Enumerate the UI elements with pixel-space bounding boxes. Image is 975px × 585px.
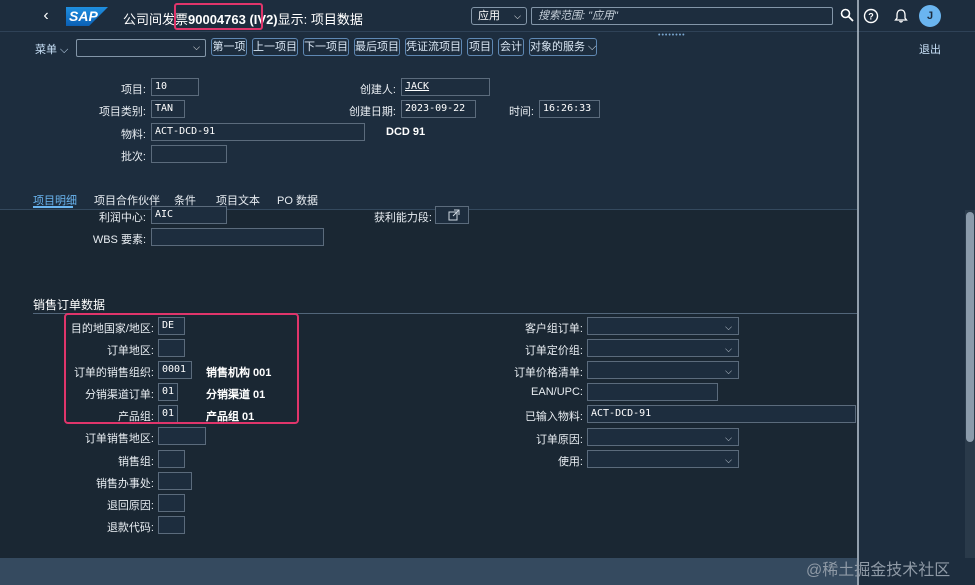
command-select[interactable]: ⌵ bbox=[76, 39, 206, 57]
scrollbar-thumb[interactable] bbox=[966, 212, 974, 442]
created-on-label: 创建日期: bbox=[348, 106, 396, 118]
profitability-segment-label: 获利能力段: bbox=[373, 212, 432, 224]
section-title-sales-order-data: 销售订单数据 bbox=[33, 298, 106, 312]
return-reason-field[interactable] bbox=[158, 494, 185, 512]
highlight-document-number bbox=[174, 3, 263, 30]
order-sales-district-label: 订单销售地区: bbox=[84, 433, 154, 445]
chevron-down-icon: ⌵ bbox=[725, 433, 732, 443]
order-reason-select[interactable]: ⌵ bbox=[587, 428, 739, 446]
chevron-down-icon: ⌵ bbox=[725, 455, 732, 465]
chevron-down-icon: ⌵ bbox=[725, 366, 732, 376]
refund-code-field[interactable] bbox=[158, 516, 185, 534]
exit-button[interactable]: 退出 bbox=[919, 41, 941, 57]
profit-center-field[interactable]: AIC bbox=[151, 206, 227, 224]
active-tab-indicator bbox=[33, 206, 73, 208]
chevron-down-icon: ⌵ bbox=[193, 42, 200, 52]
price-group-label: 订单定价组: bbox=[524, 345, 583, 357]
profitability-segment-button[interactable] bbox=[435, 206, 469, 224]
entered-material-field[interactable]: ACT-DCD-91 bbox=[587, 405, 856, 423]
customer-group-select[interactable]: ⌵ bbox=[587, 317, 739, 335]
highlight-sales-org-box bbox=[64, 313, 299, 424]
chevron-down-icon: ⌵ bbox=[725, 322, 732, 332]
accounting-button[interactable]: 会计 bbox=[498, 38, 524, 56]
customer-group-label: 客户组订单: bbox=[524, 323, 583, 335]
shell-bar: ‹ SAP 公司间发票90004763 (IV2)显示: 项目数据 ⌄ 应用 ⌵… bbox=[0, 0, 975, 32]
return-reason-label: 退回原因: bbox=[106, 500, 154, 512]
search-scope-value: 应用 bbox=[478, 10, 500, 22]
ean-upc-label: EAN/UPC: bbox=[531, 386, 583, 398]
item-button[interactable]: 项目 bbox=[467, 38, 493, 56]
first-item-button[interactable]: 第一项 bbox=[211, 38, 247, 56]
time-field[interactable]: 16:26:33 bbox=[539, 100, 600, 118]
menu-label: 菜单 bbox=[35, 44, 57, 56]
open-external-icon bbox=[448, 209, 459, 221]
search-scope-select[interactable]: 应用 ⌵ bbox=[471, 7, 527, 25]
material-label: 物料: bbox=[120, 129, 146, 141]
next-item-button[interactable]: 下一项目 bbox=[303, 38, 349, 56]
price-list-label: 订单价格清单: bbox=[513, 367, 583, 379]
entered-material-label: 已输入物料: bbox=[524, 411, 583, 423]
material-field[interactable]: ACT-DCD-91 bbox=[151, 123, 365, 141]
time-label: 时间: bbox=[508, 106, 534, 118]
previous-item-button[interactable]: 上一项目 bbox=[252, 38, 298, 56]
item-field[interactable]: 10 bbox=[151, 78, 199, 96]
wbs-element-field[interactable] bbox=[151, 228, 324, 246]
avatar[interactable]: J bbox=[919, 5, 941, 27]
usage-label: 使用: bbox=[557, 456, 583, 468]
watermark: @稀土掘金技术社区 bbox=[806, 562, 951, 579]
pane-divider bbox=[857, 0, 859, 585]
created-by-field[interactable]: JACK bbox=[401, 78, 490, 96]
item-label: 项目: bbox=[120, 84, 146, 96]
item-category-field[interactable]: TAN bbox=[151, 100, 185, 118]
status-bar bbox=[0, 558, 857, 585]
menu-button[interactable]: 菜单 ⌵ bbox=[35, 41, 68, 57]
refund-code-label: 退款代码: bbox=[106, 522, 154, 534]
usage-select[interactable]: ⌵ bbox=[587, 450, 739, 468]
help-icon[interactable]: ? bbox=[863, 8, 879, 24]
profit-center-label: 利润中心: bbox=[98, 212, 146, 224]
sales-group-label: 销售组: bbox=[117, 456, 154, 468]
object-services-label: 对象的服务 bbox=[530, 41, 585, 53]
object-services-button[interactable]: 对象的服务 ⌵ bbox=[529, 38, 597, 56]
batch-label: 批次: bbox=[120, 151, 146, 163]
svg-text:?: ? bbox=[868, 12, 874, 22]
wbs-element-label: WBS 要素: bbox=[92, 234, 146, 246]
ean-upc-field[interactable] bbox=[587, 383, 718, 401]
search-icon[interactable] bbox=[840, 8, 854, 22]
chevron-down-icon[interactable]: ⌄ bbox=[339, 8, 348, 21]
chevron-down-icon: ⌵ bbox=[514, 11, 521, 21]
order-reason-label: 订单原因: bbox=[535, 434, 583, 446]
sales-office-label: 销售办事处: bbox=[95, 478, 154, 490]
price-list-select[interactable]: ⌵ bbox=[587, 361, 739, 379]
last-item-button[interactable]: 最后项目 bbox=[354, 38, 400, 56]
chevron-down-icon: ⌵ bbox=[725, 344, 732, 354]
search-input[interactable]: 搜索范围: "应用" bbox=[531, 7, 833, 25]
created-on-field[interactable]: 2023-09-22 bbox=[401, 100, 476, 118]
item-category-label: 项目类别: bbox=[98, 106, 146, 118]
batch-field[interactable] bbox=[151, 145, 227, 163]
back-icon[interactable]: ‹ bbox=[38, 7, 54, 25]
document-flow-item-button[interactable]: 凭证流项目 bbox=[405, 38, 462, 56]
toolbar: 菜单 ⌵ ⌵ 第一项 上一项目 下一项目 最后项目 凭证流项目 项目 会计 对象… bbox=[0, 36, 857, 60]
sap-logo[interactable]: SAP bbox=[66, 7, 108, 26]
material-description: DCD 91 bbox=[386, 126, 426, 138]
order-sales-district-field[interactable] bbox=[158, 427, 206, 445]
sales-office-field[interactable] bbox=[158, 472, 192, 490]
sales-group-field[interactable] bbox=[158, 450, 185, 468]
price-group-select[interactable]: ⌵ bbox=[587, 339, 739, 357]
tab-po-data[interactable]: PO 数据 bbox=[277, 192, 318, 208]
created-by-label: 创建人: bbox=[359, 84, 396, 96]
title-suffix: 显示: 项目数据 bbox=[277, 12, 363, 27]
bell-icon[interactable] bbox=[893, 8, 909, 24]
